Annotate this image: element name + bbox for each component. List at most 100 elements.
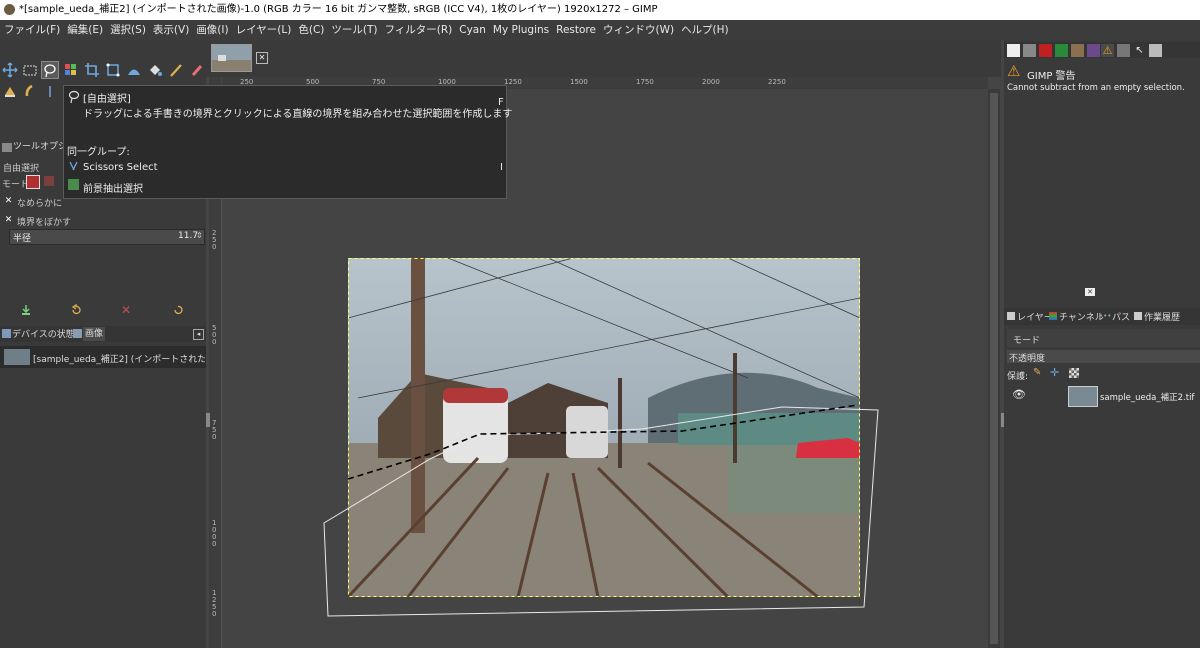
tab-channels[interactable]: チャンネル <box>1059 310 1104 323</box>
feather-checkbox[interactable]: ✕ <box>4 216 13 225</box>
dock-tab-icon[interactable] <box>1007 44 1020 57</box>
layer-mode-label: モード <box>1013 336 1041 346</box>
tooltip-group-label: 同一グループ: <box>67 147 130 158</box>
menu-colors[interactable]: 色(C) <box>294 20 327 40</box>
layers-tab-bar: レイヤー チャンネル ••• パス 作業履歴 <box>1004 308 1200 325</box>
spinner-arrows-icon[interactable]: ⇕ <box>196 231 203 240</box>
dock-tab-icon[interactable] <box>1087 44 1100 57</box>
layers-tab-icon <box>1007 312 1015 320</box>
smudge-tool-icon[interactable] <box>22 83 38 99</box>
warning-title: GIMP 警告 <box>1027 71 1076 82</box>
scissors-icon <box>68 161 79 172</box>
paths-tab-icon: ••• <box>1099 312 1112 320</box>
window-title-bar: *[sample_ueda_補正2] (インポートされた画像)-1.0 (RGB… <box>0 0 1200 20</box>
panel-menu-icon[interactable]: ◂ <box>193 329 204 340</box>
antialias-checkbox[interactable]: ✕ <box>4 197 13 206</box>
eraser-tool-icon[interactable] <box>189 62 205 78</box>
warp-transform-tool-icon[interactable] <box>126 62 142 78</box>
tooltip-group-item-foreground: 前景抽出選択 <box>83 184 143 195</box>
dock-tab-icon[interactable] <box>1039 44 1052 57</box>
menu-cyan[interactable]: Cyan <box>455 20 489 40</box>
menu-select[interactable]: 選択(S) <box>106 20 149 40</box>
menu-my-plugins[interactable]: My Plugins <box>489 20 552 40</box>
history-tab-icon <box>1134 312 1142 320</box>
foreground-select-icon <box>68 179 79 190</box>
warning-message: Cannot subtract from an empty selection. <box>1007 83 1185 93</box>
v-ruler-tick-label: 7 5 0 <box>212 419 217 441</box>
layer-name: sample_ueda_補正2.tif <box>1100 393 1195 403</box>
opacity-spinner[interactable]: 不透明度 <box>1007 350 1200 364</box>
tool-options-icon <box>2 143 12 152</box>
gimp-logo-icon <box>4 4 15 15</box>
vertical-scrollbar[interactable] <box>988 89 1000 648</box>
dock-resize-handle-left[interactable] <box>206 413 210 427</box>
tab-device-status[interactable]: デバイスの状態 <box>12 328 75 342</box>
menu-bar: ファイル(F) 編集(E) 選択(S) 表示(V) 画像(I) レイヤー(L) 色(C) ツー… <box>0 20 1200 40</box>
tab-paths[interactable]: パス <box>1112 310 1130 323</box>
layer-list-item[interactable]: 👁 sample_ueda_補正2.tif <box>1006 384 1200 408</box>
paintbrush-tool-icon[interactable] <box>168 62 184 78</box>
menu-tools[interactable]: ツール(T) <box>327 20 380 40</box>
close-tab-icon[interactable]: ✕ <box>256 52 268 64</box>
lock-alpha-icon[interactable] <box>1069 368 1079 378</box>
bucket-fill-tool-icon[interactable] <box>147 62 163 78</box>
tab-undo-history[interactable]: 作業履歴 <box>1144 310 1180 323</box>
h-ruler-tick-label: 2250 <box>768 78 786 86</box>
free-select-tool-icon[interactable] <box>41 61 59 79</box>
lock-pixels-icon[interactable]: ✎ <box>1033 368 1043 378</box>
clear-errors-icon[interactable]: ✕ <box>1085 288 1095 296</box>
dock-tab-icon[interactable] <box>1055 44 1068 57</box>
dock-tab-icon[interactable] <box>1071 44 1084 57</box>
menu-windows[interactable]: ウィンドウ(W) <box>599 20 677 40</box>
menu-edit[interactable]: 編集(E) <box>63 20 106 40</box>
image-list-item[interactable]: [sample_ueda_補正2] (インポートされた画像)- <box>0 346 206 368</box>
device-status-icon <box>2 329 11 338</box>
unified-transform-tool-icon[interactable] <box>105 62 121 78</box>
image-tab-strip <box>206 40 1001 77</box>
menu-image[interactable]: 画像(I) <box>192 20 231 40</box>
layer-mode-select[interactable]: モード <box>1007 329 1200 347</box>
menu-help[interactable]: ヘルプ(H) <box>677 20 732 40</box>
menu-file[interactable]: ファイル(F) <box>0 20 63 40</box>
lock-label: 保護: <box>1007 372 1029 382</box>
crop-tool-icon[interactable] <box>84 62 100 78</box>
rect-select-tool-icon[interactable] <box>22 62 38 78</box>
image-thumbnail <box>4 349 30 365</box>
restore-options-icon[interactable] <box>70 303 82 316</box>
dock-tab-icon[interactable] <box>1149 44 1162 57</box>
warning-icon: ⚠ <box>1007 62 1021 80</box>
feather-label: 境界をぼかす <box>17 218 72 228</box>
scrollbar-thumb[interactable] <box>990 93 998 644</box>
tooltip-group-item-shortcut: I <box>500 162 503 173</box>
move-tool-icon[interactable] <box>2 62 18 78</box>
tooltip-description: ドラッグによる手書きの境界とクリックによる直線の境界を組み合わせた選択範囲を作成… <box>83 109 513 120</box>
clone-tool-icon[interactable] <box>2 83 18 99</box>
warning-tab-icon[interactable]: ⚠ <box>1101 44 1114 57</box>
reset-options-icon[interactable] <box>172 304 184 316</box>
image-tab-thumbnail[interactable] <box>211 44 252 72</box>
tab-images[interactable]: 画像 <box>83 327 106 341</box>
save-options-icon[interactable] <box>20 304 32 316</box>
lock-position-icon[interactable]: ✛ <box>1050 367 1060 378</box>
h-ruler-tick-label: 1500 <box>570 78 588 86</box>
menu-layer[interactable]: レイヤー(L) <box>232 20 295 40</box>
channels-tab-icon <box>1049 312 1057 320</box>
menu-restore[interactable]: Restore <box>552 20 599 40</box>
fuzzy-select-tool-icon[interactable] <box>63 62 79 78</box>
menu-view[interactable]: 表示(V) <box>149 20 192 40</box>
tab-layers[interactable]: レイヤー <box>1017 310 1053 323</box>
text-tool-icon[interactable] <box>42 83 58 99</box>
layer-thumbnail <box>1068 386 1098 407</box>
delete-options-icon[interactable]: ✕ <box>121 304 133 316</box>
opacity-label: 不透明度 <box>1009 354 1046 364</box>
visibility-eye-icon[interactable]: 👁 <box>1012 389 1026 401</box>
dock-tab-icon[interactable] <box>1117 44 1130 57</box>
mode-add-button[interactable] <box>44 176 54 186</box>
radius-spinner[interactable]: 半径 11.7 ⇕ <box>9 229 205 245</box>
tool-name: 自由選択 <box>3 164 40 174</box>
menu-filters[interactable]: フィルター(R) <box>380 20 455 40</box>
dock-tab-icon[interactable] <box>1023 44 1036 57</box>
pointer-tab-icon[interactable]: ↖ <box>1133 44 1146 57</box>
mode-replace-button[interactable] <box>26 175 40 189</box>
h-ruler-tick-label: 2000 <box>702 78 720 86</box>
